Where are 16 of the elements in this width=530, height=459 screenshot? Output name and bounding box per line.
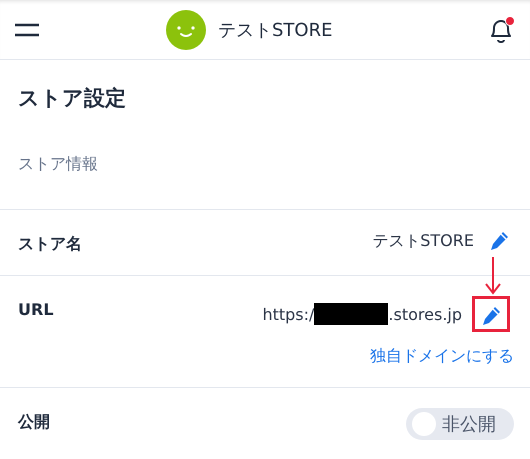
store-name-value: テストSTORE	[372, 230, 474, 252]
menu-icon[interactable]	[14, 22, 40, 36]
pencil-icon	[480, 305, 502, 327]
visibility-toggle[interactable]: 非公開	[406, 408, 514, 440]
row-label: ストア名	[18, 233, 82, 255]
annotation-arrow	[485, 257, 501, 295]
url-value: .stores.jp	[388, 304, 462, 324]
section-title: ストア情報	[0, 112, 530, 210]
store-name: テストSTORE	[218, 18, 332, 42]
smiley-logo-icon	[166, 10, 206, 50]
pencil-icon[interactable]	[488, 230, 510, 252]
row-label: 公開	[18, 411, 50, 433]
custom-domain-link[interactable]: 独自ドメインにする	[370, 346, 514, 367]
url-value: https:/	[262, 304, 314, 324]
row-label: URL	[18, 299, 54, 321]
page-title: ストア設定	[17, 85, 127, 112]
